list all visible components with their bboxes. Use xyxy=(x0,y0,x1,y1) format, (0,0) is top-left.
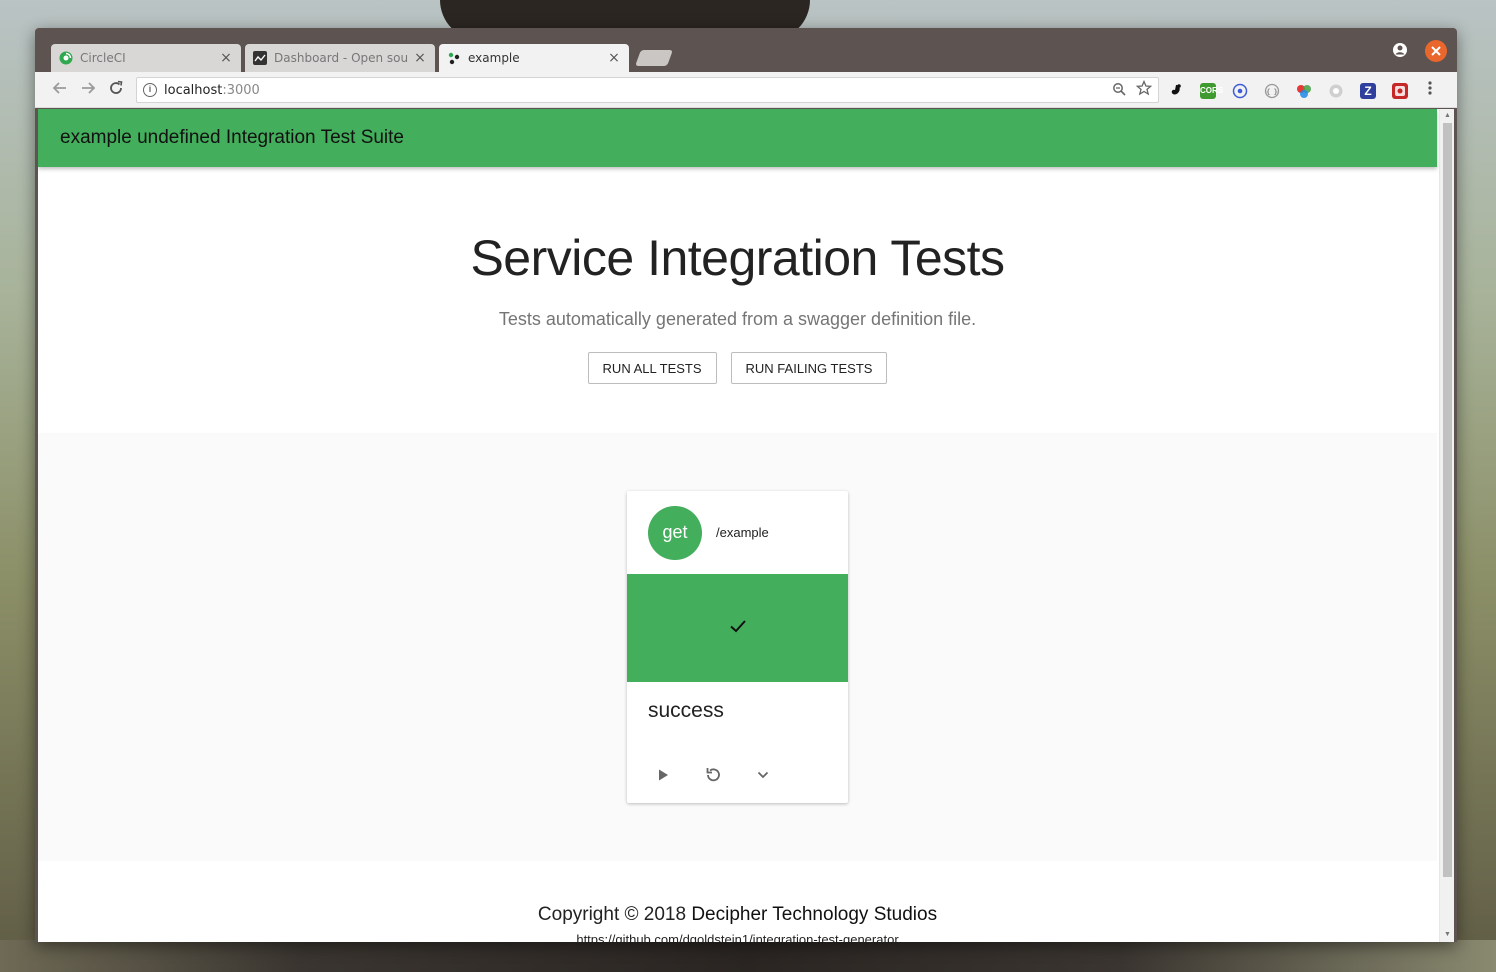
hero-section: Service Integration Tests Tests automati… xyxy=(38,167,1437,433)
forward-arrow-icon[interactable] xyxy=(78,80,98,100)
scroll-up-arrow-icon[interactable]: ▲ xyxy=(1440,110,1454,122)
url-text: localhost:3000 xyxy=(164,83,260,98)
test-status-block xyxy=(627,574,848,682)
tab-close-icon[interactable]: × xyxy=(607,50,621,66)
tab-dashboard[interactable]: Dashboard - Open sou × xyxy=(245,44,435,72)
run-failing-tests-button[interactable]: RUN FAILING TESTS xyxy=(730,352,888,384)
copyright-prefix: Copyright © 2018 xyxy=(537,904,692,925)
app-bar: example undefined Integration Test Suite xyxy=(38,109,1437,167)
new-tab-button[interactable] xyxy=(635,50,673,66)
back-arrow-icon[interactable] xyxy=(50,80,70,100)
extension-cors-icon[interactable]: CORS xyxy=(1200,83,1223,99)
address-bar[interactable]: i localhost:3000 xyxy=(136,77,1159,103)
page-subtitle: Tests automatically generated from a swa… xyxy=(498,309,977,329)
extension-z-icon[interactable]: Z xyxy=(1360,83,1376,99)
tab-title: example xyxy=(468,51,520,65)
copyright: Copyright © 2018 Decipher Technology Stu… xyxy=(38,904,1437,926)
repo-link[interactable]: https://github.com/dgoldstein1/integrati… xyxy=(38,932,1437,942)
url-port: :3000 xyxy=(222,82,260,98)
bookmark-star-icon[interactable] xyxy=(1135,79,1153,101)
company-name: Decipher Technology Studios xyxy=(691,904,938,925)
tab-title: Dashboard - Open sou xyxy=(274,51,409,65)
footer: Copyright © 2018 Decipher Technology Stu… xyxy=(38,861,1437,942)
test-grid: get /example success xyxy=(38,433,1437,861)
account-icon[interactable] xyxy=(1391,42,1409,60)
extension-red-icon[interactable] xyxy=(1392,83,1408,99)
test-card-actions xyxy=(627,747,848,803)
endpoint-path: /example xyxy=(716,525,769,540)
play-icon[interactable] xyxy=(653,765,673,785)
tab-close-icon[interactable]: × xyxy=(413,50,427,66)
dots-icon xyxy=(447,51,461,65)
scroll-down-arrow-icon[interactable]: ▼ xyxy=(1440,929,1454,941)
tab-circleci[interactable]: CircleCI × xyxy=(51,44,241,72)
page: example undefined Integration Test Suite… xyxy=(38,109,1437,942)
tab-example[interactable]: example × xyxy=(439,44,629,72)
browser-toolbar: i localhost:3000 CORS { } Z xyxy=(35,72,1457,108)
extension-grey-circle-icon[interactable] xyxy=(1328,83,1344,99)
app-title: example undefined Integration Test Suite xyxy=(60,127,404,148)
background-photo-bottom xyxy=(0,940,1496,972)
scrollbar-thumb[interactable] xyxy=(1443,123,1452,877)
info-icon[interactable]: i xyxy=(143,83,157,97)
reload-icon[interactable] xyxy=(106,80,126,100)
page-title: Service Integration Tests xyxy=(470,230,1005,286)
check-icon xyxy=(728,616,748,641)
run-all-tests-button[interactable]: RUN ALL TESTS xyxy=(587,352,717,384)
url-host: localhost xyxy=(164,82,223,98)
page-scrollbar[interactable]: ▲ ▼ xyxy=(1439,109,1454,942)
window-close-icon[interactable] xyxy=(1425,40,1447,62)
svg-text:{ }: { } xyxy=(1266,88,1278,96)
extension-json-icon[interactable]: { } xyxy=(1264,83,1280,99)
hero-buttons: RUN ALL TESTS RUN FAILING TESTS xyxy=(38,352,1437,384)
zoom-icon[interactable] xyxy=(1112,82,1126,99)
dashboard-icon xyxy=(253,51,267,65)
extension-color-wheel-icon[interactable] xyxy=(1296,83,1312,99)
test-status-text: success xyxy=(648,699,724,722)
circleci-icon xyxy=(59,51,73,65)
reset-icon[interactable] xyxy=(703,765,723,785)
extension-gnome-icon[interactable] xyxy=(1168,83,1184,99)
chevron-down-icon[interactable] xyxy=(753,765,773,785)
browser-window: CircleCI × Dashboard - Open sou × exampl… xyxy=(35,28,1457,942)
extension-target-icon[interactable] xyxy=(1232,83,1248,99)
page-viewport: example undefined Integration Test Suite… xyxy=(38,109,1454,942)
test-card: get /example success xyxy=(627,491,848,803)
test-card-header: get /example xyxy=(627,491,848,574)
tab-close-icon[interactable]: × xyxy=(219,50,233,66)
tab-title: CircleCI xyxy=(80,51,126,65)
http-method-avatar: get xyxy=(648,505,702,560)
browser-menu-icon[interactable] xyxy=(1424,80,1436,102)
tab-strip: CircleCI × Dashboard - Open sou × exampl… xyxy=(35,28,1457,72)
